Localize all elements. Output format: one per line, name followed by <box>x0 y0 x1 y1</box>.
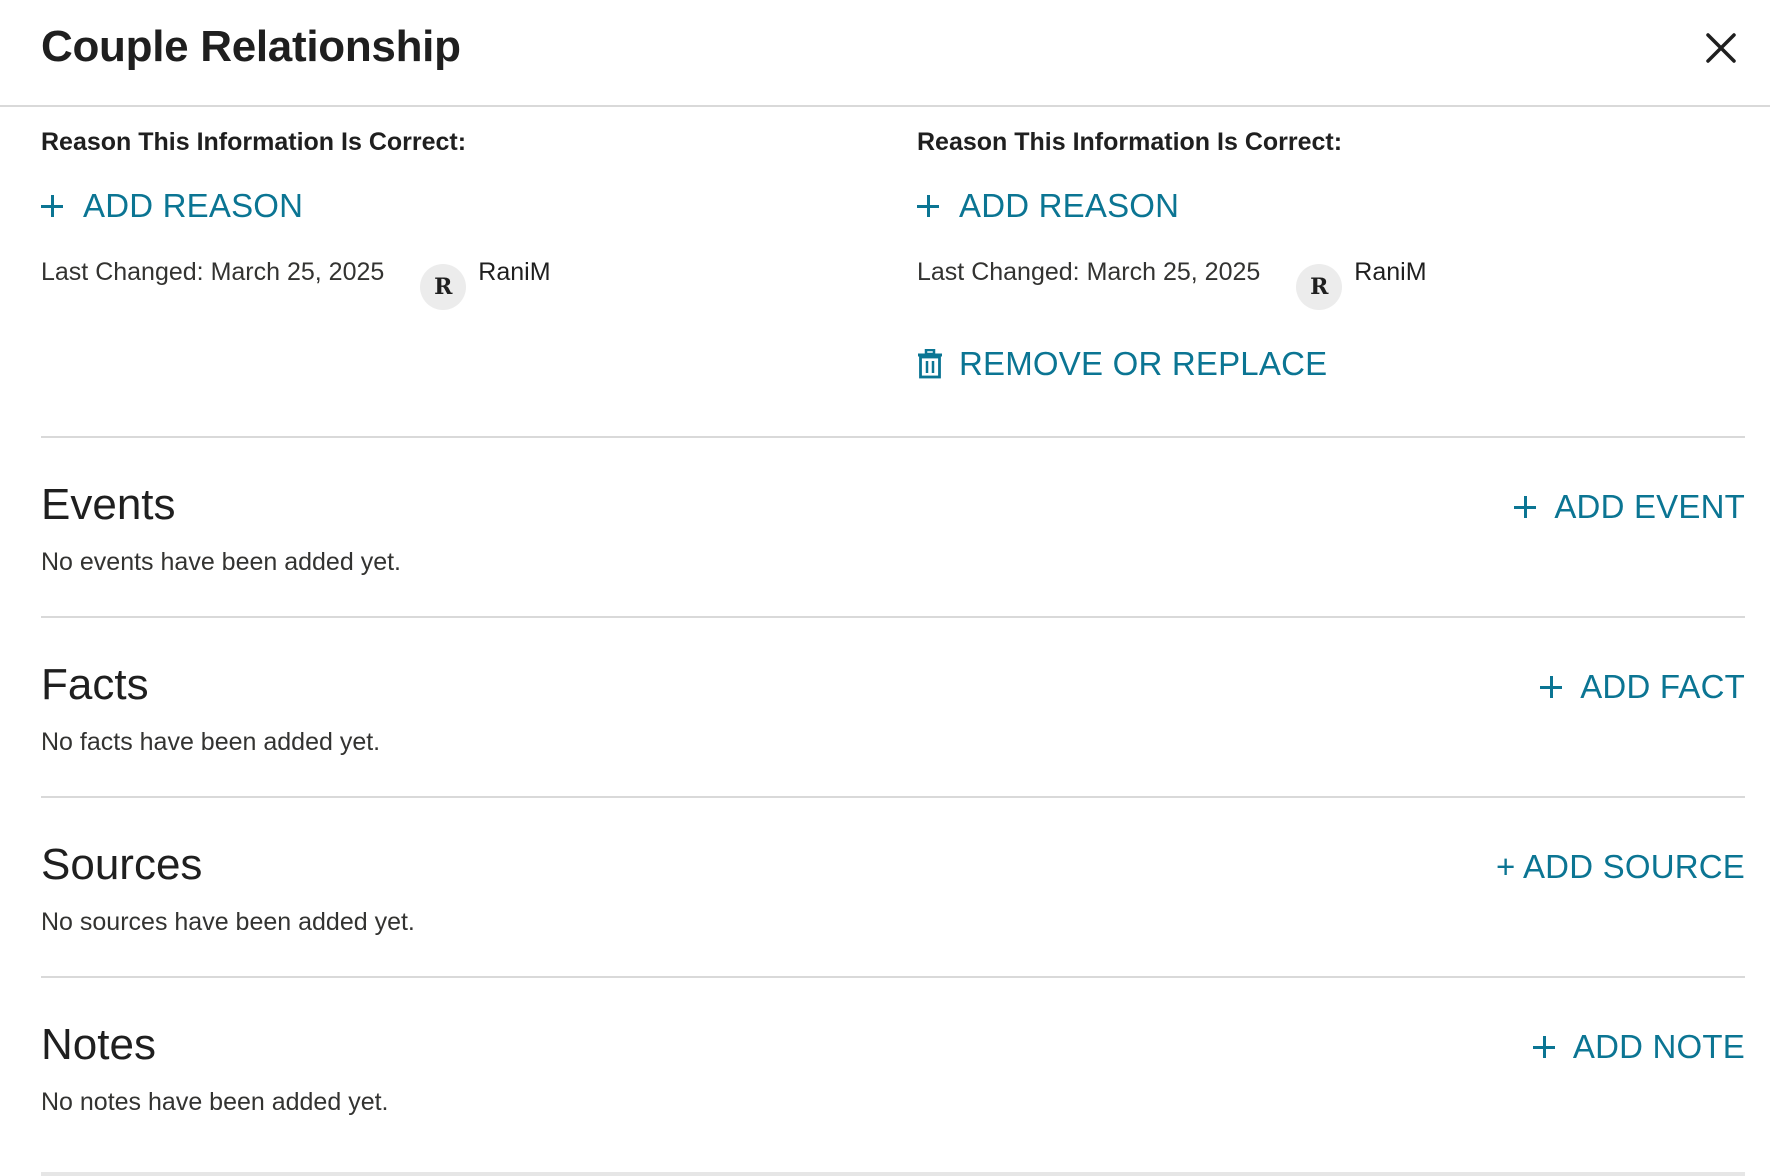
reason-label: Reason This Information Is Correct: <box>917 128 1343 156</box>
close-button[interactable] <box>1700 27 1742 69</box>
close-icon <box>1706 33 1736 63</box>
add-reason-label: ADD REASON <box>83 187 304 224</box>
events-empty-text: No events have been added yet. <box>41 548 401 576</box>
add-fact-label: ADD FACT <box>1580 668 1745 705</box>
last-changed-text: Last Changed: March 25, 2025 <box>917 258 1261 286</box>
reason-label: Reason This Information Is Correct: <box>41 128 467 156</box>
add-note-label: ADD NOTE <box>1572 1028 1745 1065</box>
add-source-button[interactable]: + ADD SOURCE <box>1496 848 1745 886</box>
sources-title: Sources <box>41 840 203 889</box>
plus-icon <box>917 195 939 217</box>
username[interactable]: RaniM <box>478 258 550 287</box>
add-event-label: ADD EVENT <box>1554 488 1745 525</box>
divider <box>41 976 1745 978</box>
trash-icon <box>918 349 942 379</box>
last-changed-row: Last Changed: March 25, 2025 R RaniM <box>41 256 861 310</box>
sources-empty-text: No sources have been added yet. <box>41 908 415 936</box>
facts-empty-text: No facts have been added yet. <box>41 728 381 756</box>
notes-title: Notes <box>41 1020 156 1069</box>
events-title: Events <box>41 480 176 529</box>
last-changed-row: Last Changed: March 25, 2025 R RaniM <box>917 256 1737 310</box>
remove-or-replace-label: REMOVE OR REPLACE <box>959 345 1328 382</box>
add-fact-button[interactable]: ADD FACT <box>1540 668 1745 706</box>
plus-icon <box>41 195 63 217</box>
add-reason-label: ADD REASON <box>959 187 1180 224</box>
last-changed-text: Last Changed: March 25, 2025 <box>41 258 385 286</box>
events-section: Events No events have been added yet. AD… <box>41 480 1745 577</box>
notes-section: Notes No notes have been added yet. ADD … <box>41 1020 1745 1117</box>
avatar[interactable]: R <box>1296 264 1343 310</box>
add-event-button[interactable]: ADD EVENT <box>1514 488 1745 526</box>
notes-empty-text: No notes have been added yet. <box>41 1088 389 1116</box>
reason-column-left: Reason This Information Is Correct: ADD … <box>41 128 861 310</box>
plus-icon <box>1540 676 1563 698</box>
divider <box>41 436 1745 438</box>
plus-icon <box>1514 496 1537 518</box>
dialog-header: Couple Relationship <box>0 0 1770 107</box>
avatar[interactable]: R <box>420 264 467 310</box>
add-reason-button[interactable]: ADD REASON <box>41 186 861 226</box>
dialog-title: Couple Relationship <box>41 22 461 71</box>
divider <box>41 796 1745 798</box>
bottom-edge <box>41 1172 1745 1176</box>
divider <box>41 616 1745 618</box>
add-source-label: + ADD SOURCE <box>1495 848 1745 885</box>
username[interactable]: RaniM <box>1354 258 1426 287</box>
facts-section: Facts No facts have been added yet. ADD … <box>41 660 1745 757</box>
sources-section: Sources No sources have been added yet. … <box>41 840 1745 937</box>
facts-title: Facts <box>41 660 149 709</box>
plus-icon <box>1532 1036 1555 1058</box>
remove-or-replace-button[interactable]: REMOVE OR REPLACE <box>917 344 1737 384</box>
reason-column-right: Reason This Information Is Correct: ADD … <box>917 128 1737 384</box>
add-reason-button[interactable]: ADD REASON <box>917 186 1737 226</box>
add-note-button[interactable]: ADD NOTE <box>1532 1028 1745 1066</box>
